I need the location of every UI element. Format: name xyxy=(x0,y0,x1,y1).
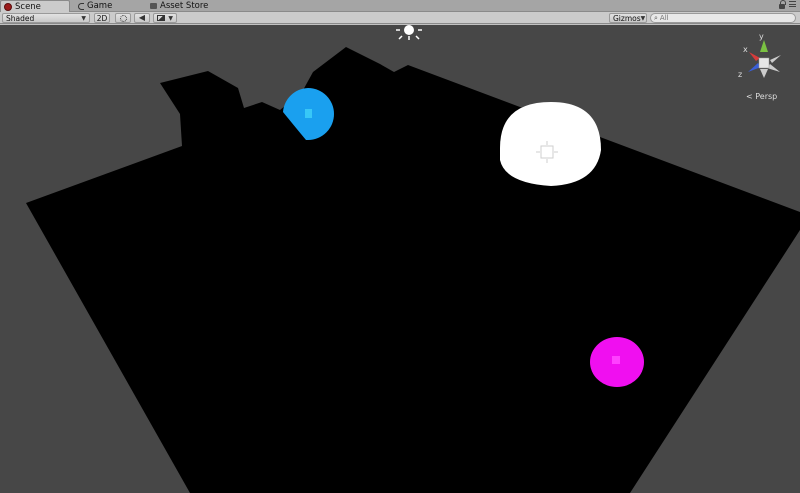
tab-game-label: Game xyxy=(87,1,113,11)
gizmo-y-label: y xyxy=(759,32,764,41)
magenta-sphere-pivot xyxy=(612,356,620,364)
tab-asset-store[interactable]: Asset Store xyxy=(150,0,240,12)
gizmo-y-axis-cone[interactable] xyxy=(760,40,768,52)
white-sphere[interactable] xyxy=(500,102,601,186)
game-icon xyxy=(78,2,84,10)
lock-icon[interactable] xyxy=(779,0,786,9)
orientation-gizmo[interactable]: y x z xyxy=(738,32,781,79)
audio-toggle-button[interactable]: ◀ xyxy=(134,13,150,23)
search-field[interactable]: ⌕ xyxy=(650,13,796,23)
magenta-sphere[interactable] xyxy=(590,337,644,387)
search-input[interactable] xyxy=(659,14,780,22)
scene-viewport[interactable]: y x z < Persp xyxy=(0,25,800,493)
tab-asset-store-label: Asset Store xyxy=(160,1,209,11)
ground-plane[interactable] xyxy=(26,47,800,493)
projection-label: Persp xyxy=(755,92,778,101)
directional-light-icon[interactable] xyxy=(396,25,422,40)
speaker-icon: ◀ xyxy=(138,13,146,22)
gizmos-label: Gizmos xyxy=(613,13,641,23)
shading-mode-value: Shaded xyxy=(6,13,35,23)
gizmo-z-label: z xyxy=(738,70,742,79)
chevron-down-icon: ▼ xyxy=(168,14,173,22)
tab-scene-label: Scene xyxy=(15,2,41,12)
2d-mode-label: 2D xyxy=(96,13,108,23)
menu-icon[interactable] xyxy=(789,1,796,7)
image-icon xyxy=(157,15,165,21)
gizmo-neg-z-cone[interactable] xyxy=(770,55,781,63)
gizmos-dropdown[interactable]: Gizmos ▼ xyxy=(609,13,647,23)
asset-store-icon xyxy=(150,3,157,9)
gizmo-x-label: x xyxy=(743,45,748,54)
shading-mode-dropdown[interactable]: Shaded ▼ xyxy=(2,13,90,23)
tab-bar: Scene Game Asset Store xyxy=(0,0,800,13)
chevron-down-icon: ▼ xyxy=(81,14,86,22)
scene-canvas[interactable]: y x z xyxy=(0,25,800,493)
effects-dropdown[interactable]: ▼ xyxy=(153,13,177,23)
gizmo-center-cube[interactable] xyxy=(758,57,770,69)
gizmo-neg-y-cone[interactable] xyxy=(760,69,768,78)
tab-game[interactable]: Game xyxy=(78,0,148,12)
chevron-down-icon: ▼ xyxy=(640,14,646,22)
search-icon: ⌕ xyxy=(654,13,658,22)
sun-icon xyxy=(119,14,127,22)
lighting-toggle-button[interactable] xyxy=(115,13,131,23)
persp-arrow-icon: < xyxy=(746,92,753,101)
projection-toggle[interactable]: < Persp xyxy=(746,92,777,101)
blue-sphere-pivot xyxy=(305,109,312,118)
2d-mode-button[interactable]: 2D xyxy=(94,13,110,23)
scene-toolbar: Shaded ▼ 2D ◀ ▼ Gizmos ▼ ⌕ xyxy=(0,12,800,24)
gizmo-x-axis-cone[interactable] xyxy=(749,52,760,61)
scene-icon xyxy=(4,3,12,11)
